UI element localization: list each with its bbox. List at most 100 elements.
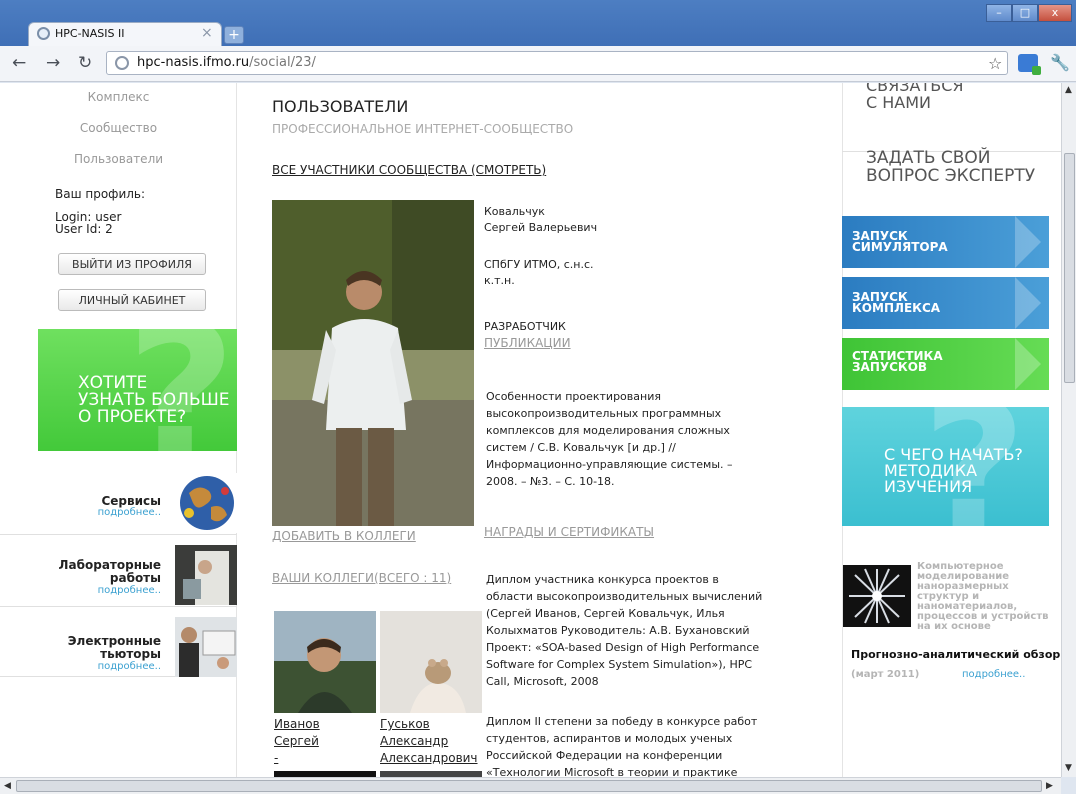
user-role: РАЗРАБОТЧИК [484, 320, 566, 333]
colleague-patronymic[interactable]: Александрович [380, 750, 478, 767]
service-item-tutors[interactable]: Электронные тьюторы подробнее.. [0, 615, 237, 677]
more-link[interactable]: подробнее.. [98, 661, 161, 672]
colleague-photo[interactable] [274, 611, 376, 713]
getting-started-text: С ЧЕГО НАЧАТЬ? МЕТОДИКА ИЗУЧЕНИЯ [884, 447, 1049, 495]
add-colleague-link[interactable]: ДОБАВИТЬ В КОЛЛЕГИ [272, 529, 416, 543]
horizontal-scroll-thumb[interactable] [16, 780, 1042, 792]
publication-line: Особенности проектирования [486, 390, 661, 403]
user-affiliation: СПбГУ ИТМО, с.н.с. [484, 258, 594, 271]
arrow-right-icon [1015, 338, 1041, 390]
cabinet-button[interactable]: ЛИЧНЫЙ КАБИНЕТ [58, 289, 206, 311]
browser-toolbar: ← → ↻ hpc-nasis.ifmo.ru/social/23/ ☆ 🔧 [0, 46, 1076, 82]
nav-item-complex[interactable]: Комплекс [0, 90, 237, 104]
more-link[interactable]: подробнее.. [98, 507, 161, 518]
window-titlebar: HPC-NASIS II × + – □ x [0, 0, 1076, 46]
button-line-2: СИМУЛЯТОРА [852, 240, 948, 254]
award-line: (Сергей Иванов, Сергей Ковальчук, Илья [486, 607, 725, 620]
award-line: Проект: «SOA-based Design of High Perfor… [486, 641, 760, 654]
awards-link[interactable]: НАГРАДЫ И СЕРТИФИКАТЫ [484, 525, 654, 539]
vertical-scroll-thumb[interactable] [1064, 153, 1075, 383]
reload-icon[interactable]: ↻ [78, 53, 92, 73]
button-line-2: КОМПЛЕКСА [852, 301, 941, 315]
close-window-button[interactable]: x [1038, 4, 1072, 22]
horizontal-scrollbar[interactable]: ◀ ▶ [0, 777, 1061, 794]
page-title: ПОЛЬЗОВАТЕЛИ [272, 97, 409, 116]
user-id-text: User Id: 2 [55, 222, 113, 236]
award-1-text: Диплом участника конкурса проектов в обл… [486, 571, 762, 690]
service-title-2: работы [109, 571, 161, 585]
launch-simulator-button[interactable]: ЗАПУСК СИМУЛЯТОРА [842, 216, 1049, 268]
scroll-down-arrow-icon[interactable]: ▼ [1065, 763, 1072, 773]
award-2-text: Диплом II степени за победу в конкурсе р… [486, 713, 757, 777]
colleague-name[interactable]: Сергей [274, 733, 319, 750]
nanostructure-image[interactable] [843, 565, 911, 627]
colleague-photo[interactable] [380, 611, 482, 713]
start-line-3: ИЗУЧЕНИЯ [884, 477, 973, 496]
url-host: hpc-nasis.ifmo.ru [137, 55, 250, 70]
user-photo [272, 200, 474, 526]
page-subtitle: ПРОФЕССИОНАЛЬНОЕ ИНТЕРНЕТ-СООБЩЕСТВО [272, 122, 574, 136]
close-icon[interactable]: × [201, 25, 213, 41]
publications-link[interactable]: ПУБЛИКАЦИИ [484, 336, 571, 350]
address-bar[interactable]: hpc-nasis.ifmo.ru/social/23/ [106, 51, 1008, 75]
scroll-right-arrow-icon[interactable]: ▶ [1046, 781, 1053, 791]
nano-line: на их основе [917, 621, 991, 632]
tutor-image [175, 617, 237, 677]
colleague-patronymic[interactable]: - [274, 750, 278, 767]
scroll-left-arrow-icon[interactable]: ◀ [4, 781, 11, 791]
url-path: /social/23/ [249, 55, 316, 70]
nav-item-community[interactable]: Сообщество [0, 121, 237, 135]
extension-icon[interactable] [1018, 54, 1041, 75]
page-content: Комплекс Сообщество Пользователи Ваш про… [0, 83, 1061, 777]
contact-link[interactable]: СВЯЗАТЬСЯ С НАМИ [866, 83, 964, 111]
url-text[interactable]: hpc-nasis.ifmo.ru/social/23/ [137, 55, 316, 70]
ask-line-1: ЗАДАТЬ СВОЙ [866, 148, 991, 168]
colleague-name[interactable]: Иванов [274, 716, 320, 733]
contact-line-2: С НАМИ [866, 93, 932, 112]
ask-expert-link[interactable]: ЗАДАТЬ СВОЙ ВОПРОС ЭКСПЕРТУ [866, 149, 1035, 185]
launch-complex-button[interactable]: ЗАПУСК КОМПЛЕКСА [842, 277, 1049, 329]
scroll-up-arrow-icon[interactable]: ▲ [1065, 85, 1072, 95]
service-item-labs[interactable]: Лабораторные работы подробнее.. [0, 545, 237, 607]
service-item-services[interactable]: Сервисы подробнее.. [0, 473, 237, 535]
globe-icon [115, 56, 129, 70]
publication-line: систем / С.В. Ковальчук [и др.] // [486, 441, 676, 454]
colleague-name[interactable]: Александр [380, 733, 448, 750]
nav-item-users[interactable]: Пользователи [0, 152, 237, 166]
launch-statistics-button[interactable]: СТАТИСТИКА ЗАПУСКОВ [842, 338, 1049, 390]
maximize-button[interactable]: □ [1012, 4, 1038, 22]
forward-arrow-icon[interactable]: → [46, 53, 60, 73]
award-line: студентов, аспирантов и молодых ученых [486, 732, 733, 745]
award-line: Software for Complex System Simulation»)… [486, 658, 753, 671]
vertical-scrollbar[interactable]: ▲ ▼ [1061, 83, 1076, 777]
publication-line: 2008. – №3. – С. 10-18. [486, 475, 615, 488]
award-line: области высокопроизводительных вычислени… [486, 590, 763, 603]
publication-line: Информационно-управляющие системы. – [486, 458, 733, 471]
globe-image [175, 473, 237, 533]
minimize-button[interactable]: – [986, 4, 1012, 22]
colleagues-link[interactable]: ВАШИ КОЛЛЕГИ(ВСЕГО : 11) [272, 571, 451, 585]
award-line: «Технологии Microsoft в теории и практик… [486, 766, 738, 777]
award-line: Колыхматов Руководитель: А.В. Бухановски… [486, 624, 750, 637]
star-icon[interactable]: ☆ [988, 54, 1002, 73]
user-degree: к.т.н. [484, 274, 515, 287]
globe-icon [37, 27, 50, 40]
promo-line-3: О ПРОЕКТЕ? [78, 407, 187, 427]
publication-text: Особенности проектирования высокопроизво… [486, 388, 733, 490]
award-line: Диплом участника конкурса проектов в [486, 573, 719, 586]
back-arrow-icon[interactable]: ← [12, 53, 26, 73]
lab-image [175, 545, 237, 605]
colleague-name[interactable]: Гуськов [380, 716, 430, 733]
logout-button[interactable]: ВЫЙТИ ИЗ ПРОФИЛЯ [58, 253, 206, 275]
more-link[interactable]: подробнее.. [98, 585, 161, 596]
browser-tab[interactable]: HPC-NASIS II × [28, 22, 222, 46]
arrow-right-icon [1015, 277, 1041, 329]
wrench-icon[interactable]: 🔧 [1050, 53, 1070, 72]
about-project-banner[interactable]: ? ХОТИТЕ УЗНАТЬ БОЛЬШЕ О ПРОЕКТЕ? [38, 329, 237, 451]
service-title-2: тьюторы [100, 647, 161, 661]
publication-line: высокопроизводительных программных [486, 407, 722, 420]
more-link[interactable]: подробнее.. [962, 669, 1025, 680]
new-tab-button[interactable]: + [224, 26, 244, 44]
all-members-link[interactable]: ВСЕ УЧАСТНИКИ СООБЩЕСТВА (СМОТРЕТЬ) [272, 163, 546, 177]
getting-started-banner[interactable]: ? С ЧЕГО НАЧАТЬ? МЕТОДИКА ИЗУЧЕНИЯ [842, 407, 1049, 526]
